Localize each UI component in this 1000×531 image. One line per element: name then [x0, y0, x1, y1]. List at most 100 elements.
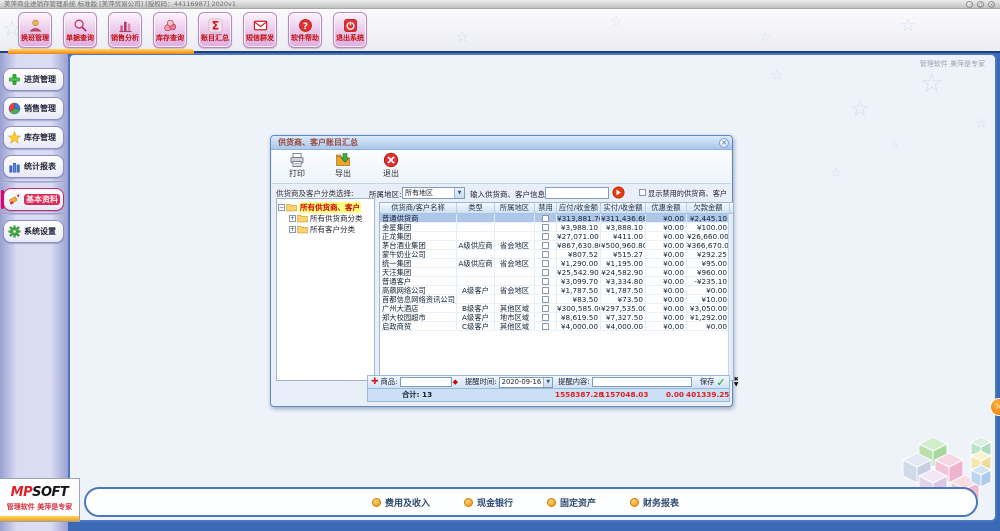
- tree-child-item[interactable]: +所有供货商分类: [289, 213, 373, 224]
- bottom-link-1[interactable]: 费用及收入: [372, 496, 430, 509]
- disabled-checkbox[interactable]: [542, 269, 549, 276]
- expand-icon[interactable]: +: [289, 215, 296, 222]
- disabled-checkbox[interactable]: [542, 314, 549, 321]
- sidebar-item-bars[interactable]: 统计报表: [3, 155, 64, 178]
- user-icon: [28, 18, 43, 34]
- cell: [495, 268, 535, 276]
- table-scrollbar[interactable]: [728, 214, 733, 380]
- cell: ¥25,542.90: [557, 268, 601, 276]
- sidebar-item-gear[interactable]: 系统设置: [3, 220, 64, 243]
- bottom-link-label: 费用及收入: [385, 496, 430, 509]
- toolbar-button-exit[interactable]: 退出系统: [333, 12, 367, 48]
- toolbar-button-sms[interactable]: 短信群发: [243, 12, 277, 48]
- save-check-icon[interactable]: ✓: [716, 376, 725, 389]
- cell: 省会地区: [495, 286, 535, 294]
- column-header[interactable]: 所属地区: [495, 203, 535, 213]
- disabled-checkbox[interactable]: [542, 323, 549, 330]
- brush-icon: [8, 193, 21, 206]
- bars-icon: [8, 160, 21, 173]
- disabled-checkbox[interactable]: [542, 278, 549, 285]
- dialog-tool-exit[interactable]: 退出: [372, 152, 410, 182]
- disabled-checkbox[interactable]: [542, 224, 549, 231]
- table-row[interactable]: 蒙牛奶业公司¥807.52¥515.27¥0.00¥292.25: [380, 250, 733, 259]
- sidebar-item-star[interactable]: 库存管理: [3, 126, 64, 149]
- table-row[interactable]: 天汪集团¥25,542.90¥24,582.90¥0.00¥960.00: [380, 268, 733, 277]
- column-header[interactable]: 禁用: [535, 203, 557, 213]
- disabled-checkbox[interactable]: [542, 233, 549, 240]
- table-row[interactable]: 统一集团A级供应商省会地区¥1,290.00¥1,195.00¥0.00¥95.…: [380, 259, 733, 268]
- orange-dot-icon: [547, 498, 556, 507]
- cell: ¥0.00: [646, 250, 687, 258]
- table-row[interactable]: 广州大酒店B级客户其他区域¥300,585.00¥297,535.00¥0.00…: [380, 304, 733, 313]
- summary-row: 合计: 13 1558387.28 1157048.03 0.00 401339…: [367, 389, 730, 402]
- dialog-tool-export[interactable]: 导出: [324, 152, 362, 182]
- tree-root-item[interactable]: −所有供货商、客户: [278, 202, 373, 213]
- bottom-link-3[interactable]: 固定资产: [547, 496, 596, 509]
- move-icon[interactable]: ✚: [371, 377, 379, 387]
- cell: 省会地区: [495, 259, 535, 267]
- show-disabled-checkbox[interactable]: [639, 189, 646, 196]
- remind-time-select[interactable]: 2020-09-16 ▼: [499, 377, 554, 388]
- cell: ¥297,535.00: [601, 304, 646, 312]
- orange-dot-icon: [372, 498, 381, 507]
- sidebar-item-plus[interactable]: 进货管理: [3, 68, 64, 91]
- disabled-checkbox[interactable]: [542, 305, 549, 312]
- toolbar-button-sigma[interactable]: Σ账目汇总: [198, 12, 232, 48]
- table-row[interactable]: 金星集团¥3,988.10¥3,888.10¥0.00¥100.00: [380, 223, 733, 232]
- expand-icon[interactable]: +: [289, 226, 296, 233]
- region-select[interactable]: 所有地区 ▼: [402, 187, 465, 199]
- table-row[interactable]: 茅台酒业集团A级供应商省会地区¥867,630.80¥500,960.80¥0.…: [380, 241, 733, 250]
- sidebar-item-brush[interactable]: 基本资料: [3, 188, 64, 211]
- disabled-checkbox[interactable]: [542, 251, 549, 258]
- disabled-checkbox[interactable]: [542, 215, 549, 222]
- toolbar-button-help[interactable]: ?软件帮助: [288, 12, 322, 48]
- tree-child-item[interactable]: +所有客户分类: [289, 224, 373, 235]
- disabled-checkbox[interactable]: [542, 260, 549, 267]
- toolbar-button-chart[interactable]: 销售分析: [108, 12, 142, 48]
- item-input[interactable]: [400, 377, 452, 387]
- show-disabled-label: 显示禁用的供货商、客户: [648, 189, 727, 199]
- table-row[interactable]: 高飙网络公司A级客户省会地区¥1,787.50¥1,787.50¥0.00¥0.…: [380, 286, 733, 295]
- cell: [535, 223, 557, 231]
- column-header[interactable]: 应付/收金额: [557, 203, 601, 213]
- item-dropdown-icon[interactable]: ◆: [453, 378, 458, 386]
- column-header[interactable]: 实付/收金额: [601, 203, 646, 213]
- sidebar-item-pie[interactable]: 销售管理: [3, 97, 64, 120]
- table-row[interactable]: 普通客户¥3,099.70¥3,334.80¥0.00-¥235.10: [380, 277, 733, 286]
- column-header[interactable]: 供货商/客户名称: [380, 203, 457, 213]
- search-input[interactable]: [545, 187, 609, 199]
- column-header[interactable]: 欠款金额: [687, 203, 730, 213]
- collapse-icon[interactable]: −: [278, 204, 285, 211]
- cell: ¥0.00: [687, 322, 730, 330]
- toolbar-button-search[interactable]: 单据查询: [63, 12, 97, 48]
- remind-content-input[interactable]: [592, 377, 692, 387]
- close-icon[interactable]: ✕: [988, 1, 995, 8]
- chevron-down-icon[interactable]: ▼: [543, 378, 552, 387]
- chevron-down-icon[interactable]: ▼: [454, 188, 464, 198]
- minimize-icon[interactable]: –: [966, 1, 973, 8]
- toolbar-button-label: 换班管理: [21, 34, 49, 43]
- disabled-checkbox[interactable]: [542, 242, 549, 249]
- search-go-icon[interactable]: [612, 186, 625, 199]
- cell: ¥867,630.80: [557, 241, 601, 249]
- disabled-checkbox[interactable]: [542, 287, 549, 294]
- cell: A级供应商: [457, 241, 495, 249]
- table-row[interactable]: 正龙集团¥27,071.00¥411.00¥0.00¥26,660.00: [380, 232, 733, 241]
- cell: ¥2,445.10: [687, 214, 730, 222]
- toolbar-button-user[interactable]: 换班管理: [18, 12, 52, 48]
- bottom-link-4[interactable]: 财务报表: [630, 496, 679, 509]
- maximize-icon[interactable]: □: [977, 1, 984, 8]
- save-button[interactable]: 保存: [700, 377, 715, 387]
- expand-down-icon[interactable]: ▼: [734, 382, 739, 387]
- toolbar-button-coins[interactable]: 库存查询: [153, 12, 187, 48]
- table-row[interactable]: 普通供货商¥313,881.76¥311,436.66¥0.00¥2,445.1…: [380, 214, 733, 223]
- table-row[interactable]: 首都信息网络资讯公司¥83.50¥73.50¥0.00¥10.00: [380, 295, 733, 304]
- dialog-tool-printer[interactable]: 打印: [278, 152, 316, 182]
- bottom-link-2[interactable]: 现金银行: [464, 496, 513, 509]
- disabled-checkbox[interactable]: [542, 296, 549, 303]
- dialog-close-icon[interactable]: ✕: [719, 138, 729, 148]
- column-header[interactable]: 类型: [457, 203, 495, 213]
- column-header[interactable]: 优惠金额: [646, 203, 687, 213]
- table-row[interactable]: 郑大校园超市A级客户地市区域¥8,619.50¥7,327.50¥0.00¥1,…: [380, 313, 733, 322]
- table-row[interactable]: 启政商贸C级客户其他区域¥4,000.00¥4,000.00¥0.00¥0.00: [380, 322, 733, 331]
